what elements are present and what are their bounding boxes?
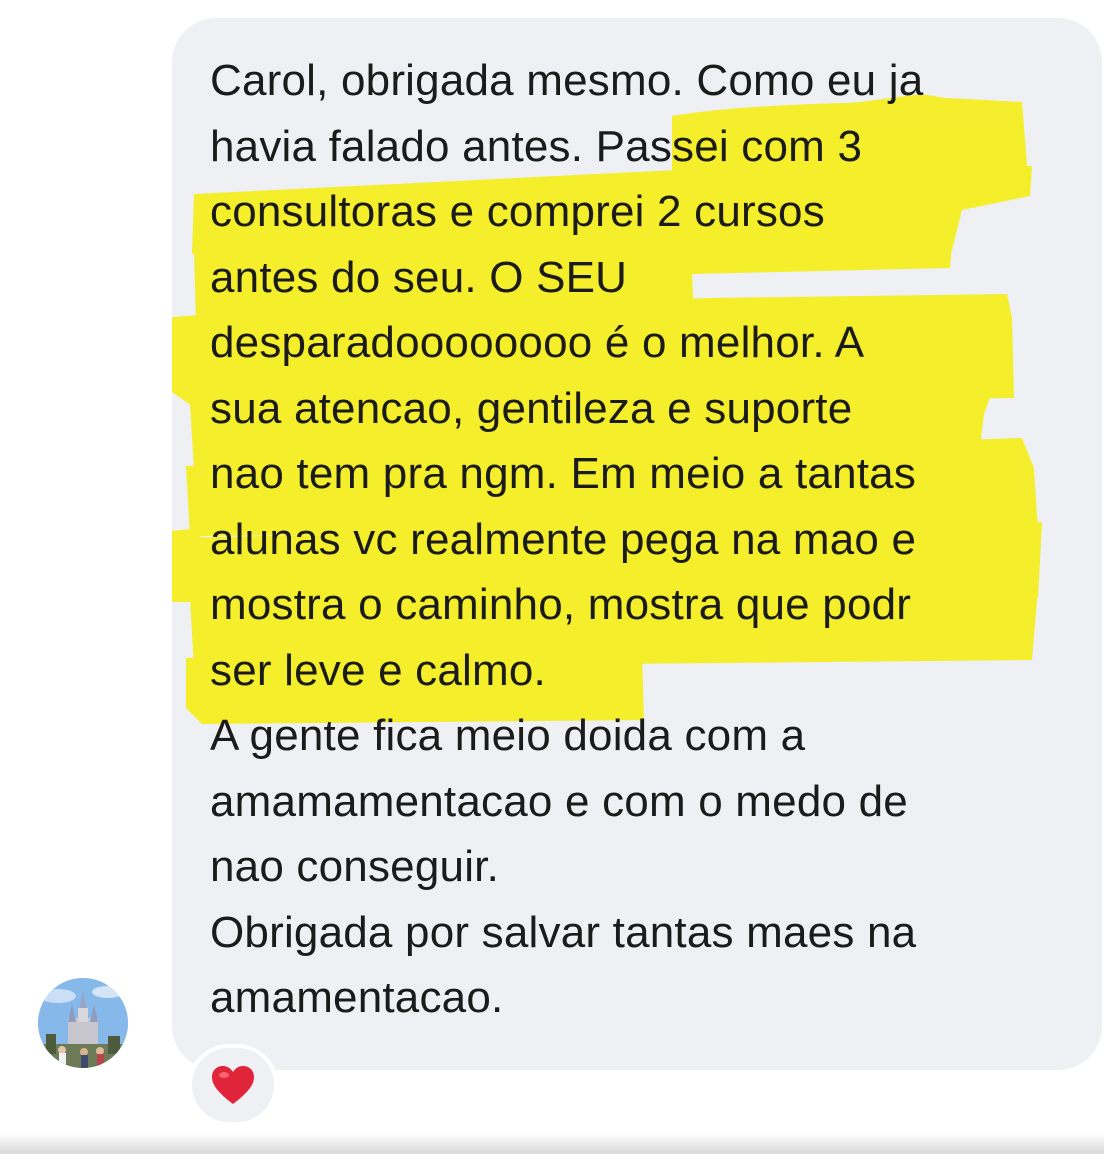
- message-line: amamentacao.: [210, 973, 504, 1022]
- message-line: nao conseguir.: [210, 842, 500, 891]
- message-line: ser leve e calmo.: [210, 645, 546, 695]
- message-line: sua atencao, gentileza e suporte: [210, 383, 853, 433]
- screen-bottom-edge: [0, 1134, 1104, 1154]
- message-line: A gente fica meio doida com a: [210, 711, 806, 760]
- message-line: Obrigada por salvar tantas maes na: [210, 907, 917, 957]
- heart-reaction[interactable]: [188, 1044, 278, 1126]
- message-line: nao tem pra ngm. Em meio a tantas: [210, 449, 917, 498]
- heart-icon: [212, 1066, 254, 1104]
- message-line: havia falado antes. Passei com 3: [210, 121, 863, 171]
- message-bubble[interactable]: Carol, obrigada mesmo. Como eu ja havia …: [172, 18, 1102, 1070]
- message-text: Carol, obrigada mesmo. Como eu ja havia …: [210, 48, 923, 1031]
- message-line: consultoras e comprei 2 cursos: [210, 187, 825, 236]
- message-line: mostra o caminho, mostra que podr: [210, 580, 912, 629]
- message-line: alunas vc realmente pega na mao e: [210, 514, 917, 564]
- message-line: amamamentacao e com o medo de: [210, 776, 908, 826]
- profile-photo-castle-icon: [38, 978, 128, 1068]
- avatar[interactable]: [38, 978, 128, 1068]
- message-line: desparadoooooooo é o melhor. A: [210, 318, 865, 367]
- message-line: Carol, obrigada mesmo. Como eu ja: [210, 56, 924, 105]
- message-line: antes do seu. O SEU: [210, 252, 628, 302]
